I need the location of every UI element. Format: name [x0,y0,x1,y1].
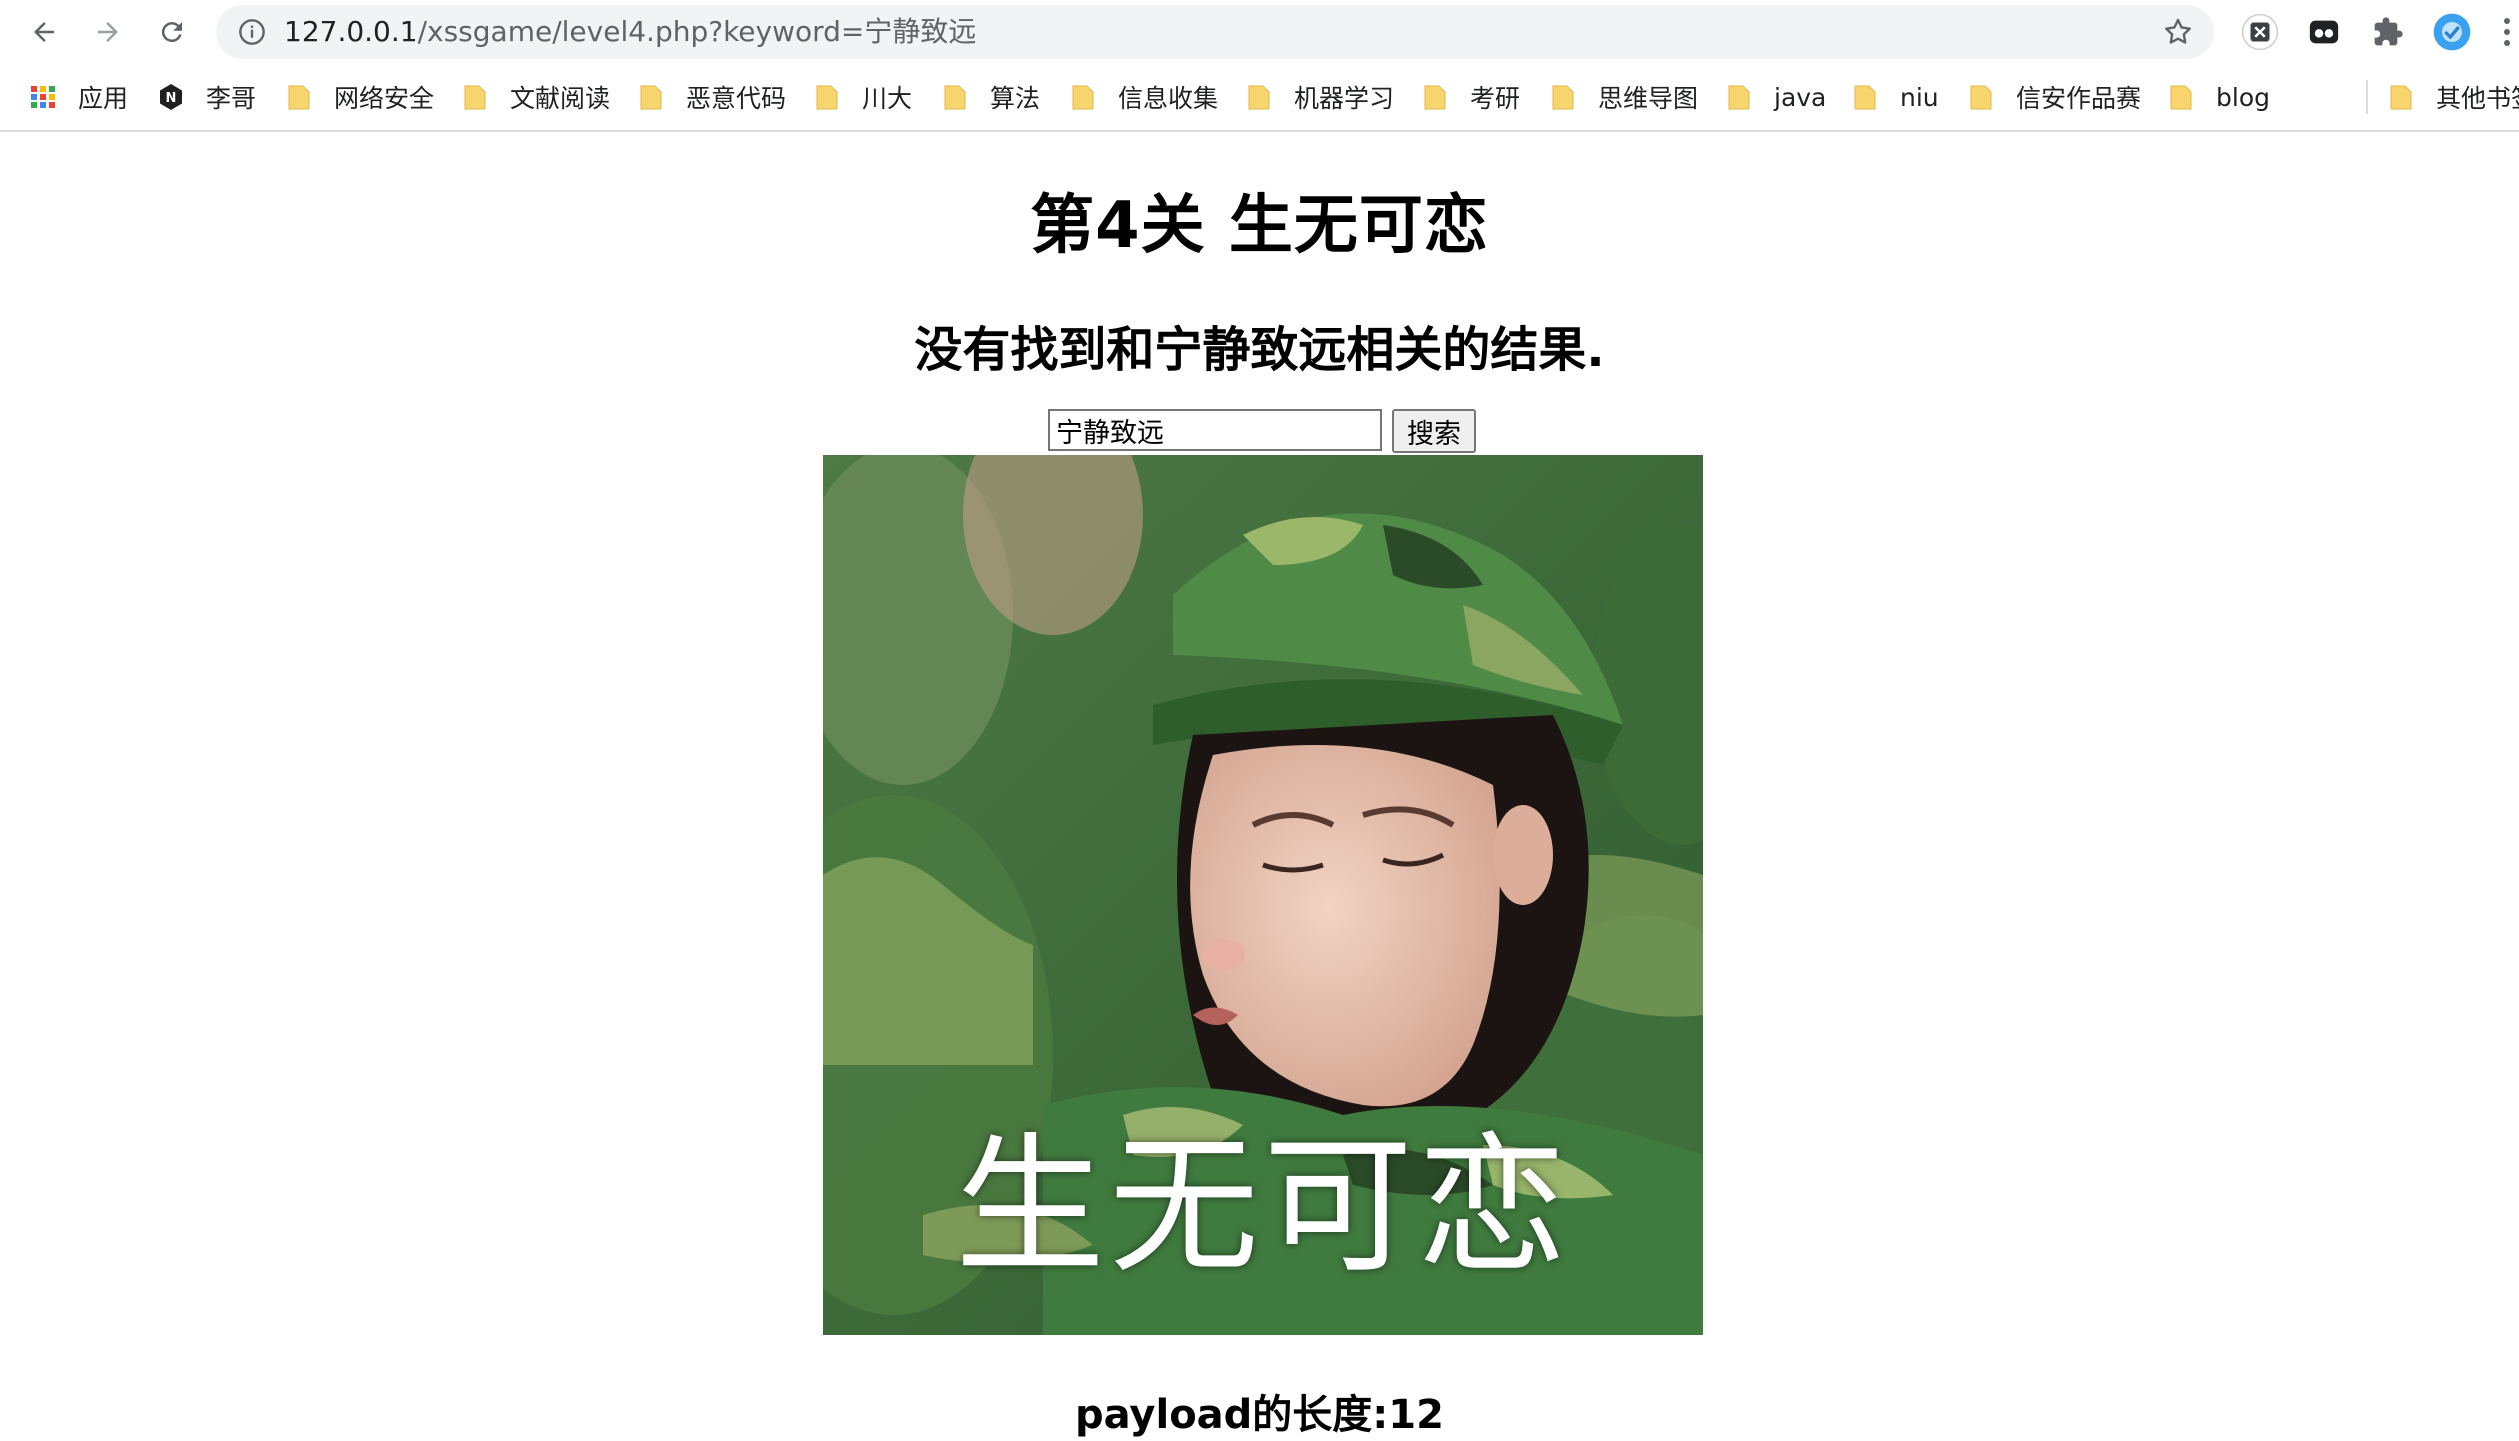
forward-arrow-icon [98,22,118,42]
folder-icon [1728,85,1750,110]
bookmark-other[interactable]: 其他书签 [2388,64,2519,130]
glasses-extension-icon [2309,20,2339,44]
folder-icon [1424,85,1446,110]
bookmark-folder[interactable]: 文献阅读 [462,64,610,130]
bookmarks-divider [2366,80,2368,114]
folder-icon [1970,85,1992,110]
folder-icon [1854,85,1876,110]
bookmark-folder[interactable]: 川大 [814,64,912,130]
avatar-icon [2433,13,2471,51]
bookmark-label: 网络安全 [334,84,435,113]
folder-icon [1248,85,1270,110]
bookmark-label: blog [2216,82,2270,112]
kebab-menu-icon [2504,18,2510,46]
bookmark-folder[interactable]: niu [1852,64,1939,130]
reload-icon [161,22,182,43]
apps-grid-icon [31,86,55,108]
page-title: 第4关 生无可恋 [1030,189,1489,263]
url-path: /xssgame/level4.php?keyword=宁静致远 [417,15,977,48]
url-text[interactable]: 127.0.0.1/xssgame/level4.php?keyword=宁静致… [284,5,976,59]
folder-icon [640,85,662,110]
folder-icon [1072,85,1094,110]
folder-icon [816,85,838,110]
bookmark-folder[interactable]: 机器学习 [1246,64,1394,130]
folder-icon [1552,85,1574,110]
extensions-button[interactable] [2368,12,2408,52]
bookmark-label: 算法 [990,84,1041,113]
bookmark-folder[interactable]: 思维导图 [1550,64,1698,130]
bookmark-folder[interactable]: blog [2168,64,2270,130]
x-extension-icon [2241,13,2279,51]
bookmark-folder[interactable]: 考研 [1422,64,1520,130]
payload-length: payload的长度:12 [1075,1392,1444,1438]
extension-x-button[interactable] [2240,12,2280,52]
bookmark-folder[interactable]: 网络安全 [286,64,434,130]
keyword-input[interactable] [1048,409,1382,451]
bookmark-label: 李哥 [206,84,257,113]
puzzle-icon [2374,17,2403,46]
folder-icon [2170,85,2192,110]
level-image: 生无可恋 [823,455,1703,1335]
search-button[interactable]: 搜索 [1392,409,1476,453]
bookmark-label: 应用 [78,84,129,113]
extension-glasses-button[interactable] [2304,12,2344,52]
browser-toolbar: 127.0.0.1/xssgame/level4.php?keyword=宁静致… [0,0,2519,64]
n-logo-icon: N [160,84,182,110]
folder-icon [2390,85,2412,110]
bookmark-label: 恶意代码 [686,84,787,113]
bookmark-label: niu [1900,82,1939,112]
bookmarks-bar: 应用 N 李哥 网络安全 文献阅读 恶意代码 川大 算法 信息收集 机器学习 考… [0,64,2519,132]
bookmark-folder[interactable]: 信息收集 [1070,64,1218,130]
bookmark-label: 信息收集 [1118,84,1219,113]
bookmark-star-icon[interactable] [2162,16,2194,48]
url-host: 127.0.0.1 [284,15,418,48]
bookmark-label: java [1774,82,1827,112]
bookmark-folder[interactable]: java [1726,64,1826,130]
folder-icon [464,85,486,110]
bookmark-label: 其他书签 [2436,84,2519,113]
folder-icon [288,85,310,110]
bookmark-lige[interactable]: N 李哥 [158,64,256,130]
bookmark-folder[interactable]: 恶意代码 [638,64,786,130]
page-content: 第4关 生无可恋 没有找到和宁静致远相关的结果. 搜索 [0,132,2519,1441]
bookmark-label: 信安作品赛 [2016,84,2142,113]
svg-text:N: N [166,91,177,106]
bookmark-label: 思维导图 [1598,84,1699,113]
search-result-message: 没有找到和宁静致远相关的结果. [914,322,1605,378]
forward-button[interactable] [86,10,130,54]
chrome-menu-button[interactable] [2496,12,2518,52]
back-button[interactable] [22,10,66,54]
image-caption: 生无可恋 [954,1120,1571,1294]
bookmark-folder[interactable]: 算法 [942,64,1040,130]
address-bar[interactable]: 127.0.0.1/xssgame/level4.php?keyword=宁静致… [216,5,2214,59]
reload-button[interactable] [150,10,194,54]
bookmark-label: 文献阅读 [510,84,611,113]
folder-icon [944,85,966,110]
back-arrow-icon [34,22,54,42]
bookmark-label: 机器学习 [1294,84,1395,113]
bookmark-apps[interactable]: 应用 [30,64,128,130]
bookmark-folder[interactable]: 信安作品赛 [1968,64,2141,130]
bookmark-label: 考研 [1470,84,1521,113]
profile-button[interactable] [2432,12,2472,52]
site-info-icon[interactable] [238,18,266,46]
bookmark-label: 川大 [862,84,913,113]
